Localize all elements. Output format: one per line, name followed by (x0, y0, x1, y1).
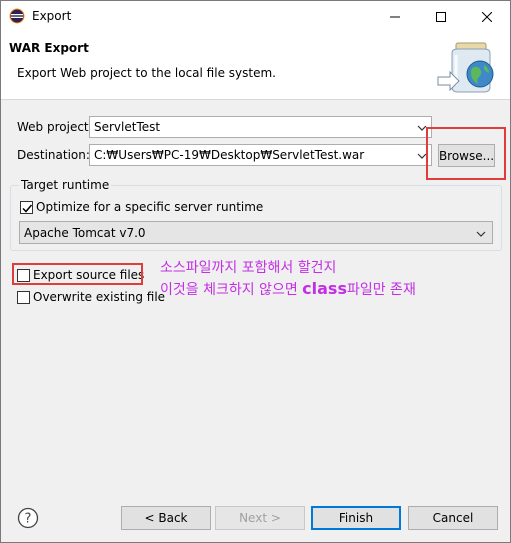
eclipse-icon (9, 8, 25, 24)
optimize-label: Optimize for a specific server runtime (36, 200, 264, 214)
close-icon (482, 11, 492, 22)
web-project-value: ServletTest (94, 120, 161, 134)
page-description: Export Web project to the local file sys… (17, 66, 276, 80)
destination-combo[interactable]: C:₩Users₩PC-19₩Desktop₩ServletTest.war (89, 144, 432, 166)
minimize-button[interactable] (372, 1, 418, 32)
finish-button[interactable]: Finish (311, 506, 401, 530)
export-jar-icon (434, 37, 504, 95)
destination-value: C:₩Users₩PC-19₩Desktop₩ServletTest.war (94, 148, 365, 162)
export-dialog: Export WAR Export Export Web project to … (0, 0, 511, 543)
overwrite-checkbox[interactable] (17, 291, 30, 304)
web-project-combo[interactable]: ServletTest (89, 116, 432, 138)
optimize-checkbox[interactable] (20, 201, 33, 214)
runtime-select[interactable]: Apache Tomcat v7.0 (19, 221, 493, 244)
runtime-value: Apache Tomcat v7.0 (24, 226, 146, 240)
help-icon: ? (17, 507, 39, 529)
help-button[interactable]: ? (17, 507, 39, 529)
title-bar: Export (1, 1, 510, 32)
annotation-line-2-bold: class (302, 279, 347, 298)
maximize-button[interactable] (418, 1, 464, 32)
cancel-button[interactable]: Cancel (408, 506, 498, 530)
minimize-icon (390, 16, 400, 17)
overwrite-label: Overwrite existing file (33, 290, 166, 304)
svg-text:?: ? (25, 512, 32, 527)
close-button[interactable] (464, 1, 510, 32)
wizard-header: WAR Export Export Web project to the loc… (1, 32, 510, 100)
browse-highlight-box (426, 127, 506, 180)
next-button[interactable]: Next > (215, 506, 305, 530)
window-title: Export (32, 9, 72, 23)
page-title: WAR Export (9, 41, 89, 55)
chevron-down-icon (476, 228, 486, 242)
target-runtime-title: Target runtime (19, 178, 112, 192)
web-project-label: Web project: (17, 120, 93, 134)
annotation-line-2-suffix: 파일만 존재 (346, 282, 416, 298)
checkmark-icon (22, 204, 33, 213)
export-source-highlight-box (12, 263, 143, 285)
back-button[interactable]: < Back (121, 506, 211, 530)
annotation-line-1: 소스파일까지 포함해서 할건지 (160, 260, 337, 276)
destination-label: Destination: (17, 148, 90, 162)
annotation-line-2: 이것을 체크하지 않으면 class파일만 존재 (160, 279, 416, 299)
annotation-line-2-prefix: 이것을 체크하지 않으면 (160, 282, 303, 298)
maximize-icon (436, 11, 446, 22)
